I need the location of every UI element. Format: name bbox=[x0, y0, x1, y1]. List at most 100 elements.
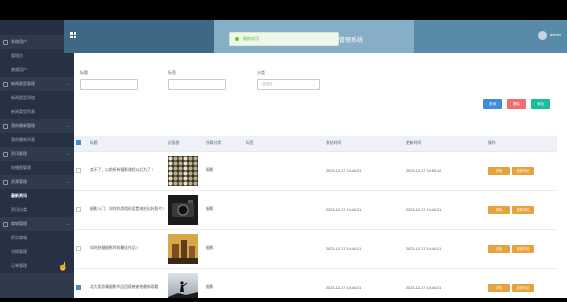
updated-time-cell: 2023-12-17 14:44:21 bbox=[404, 190, 486, 230]
title-filter-input[interactable] bbox=[80, 79, 138, 90]
sidebar-item-14[interactable]: 积分商城 bbox=[0, 231, 74, 245]
created-time-cell: 2023-12-17 14:44:21 bbox=[324, 229, 404, 269]
tags-filter-input[interactable] bbox=[168, 79, 226, 90]
view-comments-button[interactable]: 查看评论 bbox=[512, 205, 534, 214]
category-cell: 摄影 bbox=[204, 268, 244, 298]
avatar[interactable] bbox=[538, 31, 547, 40]
column-header-4: 标签 bbox=[244, 136, 324, 152]
sidebar-group-label: 我的最新管理 bbox=[11, 123, 35, 128]
sidebar-group-8[interactable]: 资讯管理 ⌄ bbox=[0, 147, 74, 161]
table-row[interactable]: 如何拍摄摄影师的最佳作品? 摄影 2023-12-17 14:44:21 2023-1… bbox=[74, 229, 557, 269]
folder-icon bbox=[3, 39, 8, 45]
actions-cell: 详情 查看评论 bbox=[486, 229, 557, 269]
admin-name[interactable]: admin bbox=[550, 32, 561, 37]
column-header-label: 所属分类 bbox=[206, 140, 222, 145]
view-comments-button[interactable]: 查看评论 bbox=[512, 244, 534, 253]
detail-button[interactable]: 详情 bbox=[488, 283, 510, 292]
sidebar-group-label: 商城管理 bbox=[11, 221, 27, 226]
sidebar-group-label: 资讯管理 bbox=[11, 151, 27, 156]
sidebar-item-label: 新闻类型添加 bbox=[11, 95, 35, 100]
updated-time-cell: 2023-12-17 14:44:21 bbox=[404, 268, 486, 298]
search-button[interactable]: 查询 bbox=[483, 99, 502, 109]
actions-cell: 详情 查看评论 bbox=[486, 151, 557, 191]
sidebar-group-13[interactable]: 商城管理 ⌄ bbox=[0, 217, 74, 231]
sidebar-item-1[interactable]: 管理员 bbox=[0, 49, 74, 63]
cover-image-cell bbox=[166, 151, 204, 191]
created-time-cell: 2023-12-17 14:44:21 bbox=[324, 268, 404, 298]
row-checkbox-cell[interactable] bbox=[74, 229, 88, 269]
delete-button[interactable]: 删除 bbox=[507, 99, 526, 109]
sidebar-item-label: 最新资讯 bbox=[11, 193, 27, 198]
tags-cell bbox=[244, 268, 324, 298]
tags-cell bbox=[244, 190, 324, 230]
row-checkbox-cell[interactable] bbox=[74, 268, 88, 298]
title-cell: 卖不了，以前所有摄影课程以后为了 ! bbox=[88, 151, 166, 191]
row-checkbox-cell[interactable] bbox=[74, 190, 88, 230]
row-checkbox[interactable] bbox=[76, 245, 81, 251]
sidebar-item-11[interactable]: 最新资讯 bbox=[0, 189, 74, 203]
column-header-0[interactable] bbox=[74, 136, 88, 152]
table-header-row: 标题 封面图 所属分类 标签 发帖时间 更新时间 操作 bbox=[74, 136, 557, 152]
sidebar-item-label: 新闻类型列表 bbox=[11, 109, 35, 114]
updated-time-cell: 2023-12-17 14:50:12 bbox=[404, 151, 486, 191]
sidebar-item-label: 资讯分类 bbox=[11, 207, 27, 212]
actions-cell: 详情 查看评论 bbox=[486, 268, 557, 298]
sidebar-group-6[interactable]: 我的最新管理 ⌄ bbox=[0, 119, 74, 133]
sidebar-item-15[interactable]: 兑换管理 bbox=[0, 245, 74, 259]
sidebar-item-7[interactable]: 我的最新列表 bbox=[0, 133, 74, 147]
title-cell: 如何拍摄摄影师的最佳作品? bbox=[88, 229, 166, 269]
sidebar-menu: 系统用户⌄管理员普通用户新闻类型管理⌄新闻类型添加新闻类型列表我的最新管理⌄我的… bbox=[0, 35, 74, 273]
actions-cell: 详情 查看评论 bbox=[486, 190, 557, 230]
sidebar-item-5[interactable]: 新闻类型列表 bbox=[0, 105, 74, 119]
chevron-down-icon: ⌄ bbox=[66, 151, 71, 157]
sidebar: 系统用户⌄管理员普通用户新闻类型管理⌄新闻类型添加新闻类型列表我的最新管理⌄我的… bbox=[0, 20, 74, 298]
title-filter-label: 标题 bbox=[80, 70, 88, 75]
sidebar-group-10[interactable]: 资源管理 ⌄ bbox=[0, 175, 74, 189]
cover-thumbnail bbox=[168, 155, 198, 186]
category-select-placeholder: 请选择 bbox=[262, 82, 273, 86]
sidebar-group-3[interactable]: 新闻类型管理 ⌄ bbox=[0, 77, 74, 91]
sidebar-logo-strip bbox=[0, 20, 74, 35]
folder-icon bbox=[3, 81, 8, 87]
created-time-cell: 2023-12-17 14:44:21 bbox=[324, 190, 404, 230]
row-checkbox[interactable] bbox=[76, 206, 81, 212]
detail-button[interactable]: 详情 bbox=[488, 166, 510, 175]
sidebar-item-9[interactable]: 轮播图管理 bbox=[0, 161, 74, 175]
row-checkbox-cell[interactable] bbox=[74, 151, 88, 191]
sidebar-group-label: 新闻类型管理 bbox=[11, 81, 35, 86]
row-checkbox[interactable] bbox=[76, 284, 81, 290]
add-button[interactable]: 添加 bbox=[531, 99, 550, 109]
main-content: 标题 标签 分类 请选择 ⌄ 查询 删除 添加 标题 封面图 所属分类 标签 发帖时间更… bbox=[74, 53, 567, 298]
column-header-6: 更新时间 bbox=[404, 136, 486, 152]
view-comments-button[interactable]: 查看评论 bbox=[512, 166, 534, 175]
toast-message: 删除成功 bbox=[243, 36, 259, 41]
menu-toggle-icon[interactable] bbox=[70, 32, 76, 38]
column-header-1: 标题 bbox=[88, 136, 166, 152]
sidebar-item-2[interactable]: 普通用户 bbox=[0, 63, 74, 77]
watermark: CSDN @vx2_CXKF10088 bbox=[469, 274, 564, 283]
view-comments-button[interactable]: 查看评论 bbox=[512, 283, 534, 292]
title-cell: 摄影入门：如何利用相机设置来拍出好照片? bbox=[88, 190, 166, 230]
created-time-cell: 2023-12-17 14:44:21 bbox=[324, 151, 404, 191]
cover-image-cell bbox=[166, 229, 204, 269]
cover-image-cell bbox=[166, 190, 204, 230]
column-header-label: 更新时间 bbox=[406, 140, 422, 145]
sidebar-item-4[interactable]: 新闻类型添加 bbox=[0, 91, 74, 105]
row-checkbox[interactable] bbox=[76, 167, 81, 173]
sidebar-item-12[interactable]: 资讯分类 bbox=[0, 203, 74, 217]
detail-button[interactable]: 详情 bbox=[488, 205, 510, 214]
table-row[interactable]: 卖不了，以前所有摄影课程以后为了 ! 摄影 2023-12-17 14:44:21 2… bbox=[74, 151, 557, 191]
title-cell: 北大凯凯嘴摄影作品回顾感谢他最新观看 bbox=[88, 268, 166, 298]
sidebar-item-label: 积分商城 bbox=[11, 235, 27, 240]
sidebar-group-label: 系统用户 bbox=[11, 39, 27, 44]
sidebar-group-0[interactable]: 系统用户⌄ bbox=[0, 35, 74, 49]
table-row[interactable]: 摄影入门：如何利用相机设置来拍出好照片? 摄影 2023-12-17 14:44:2… bbox=[74, 190, 557, 230]
category-filter-select[interactable]: 请选择 ⌄ bbox=[257, 79, 320, 90]
detail-button[interactable]: 详情 bbox=[488, 244, 510, 253]
chevron-down-icon: ⌄ bbox=[66, 123, 71, 129]
table-row[interactable]: 北大凯凯嘴摄影作品回顾感谢他最新观看 摄影 2023-12-17 14:44:21 2… bbox=[74, 268, 557, 298]
success-toast: 删除成功 bbox=[229, 32, 339, 46]
column-header-label: 封面图 bbox=[168, 140, 180, 145]
column-header-5: 发帖时间 bbox=[324, 136, 404, 152]
select-all-checkbox[interactable] bbox=[76, 140, 81, 146]
